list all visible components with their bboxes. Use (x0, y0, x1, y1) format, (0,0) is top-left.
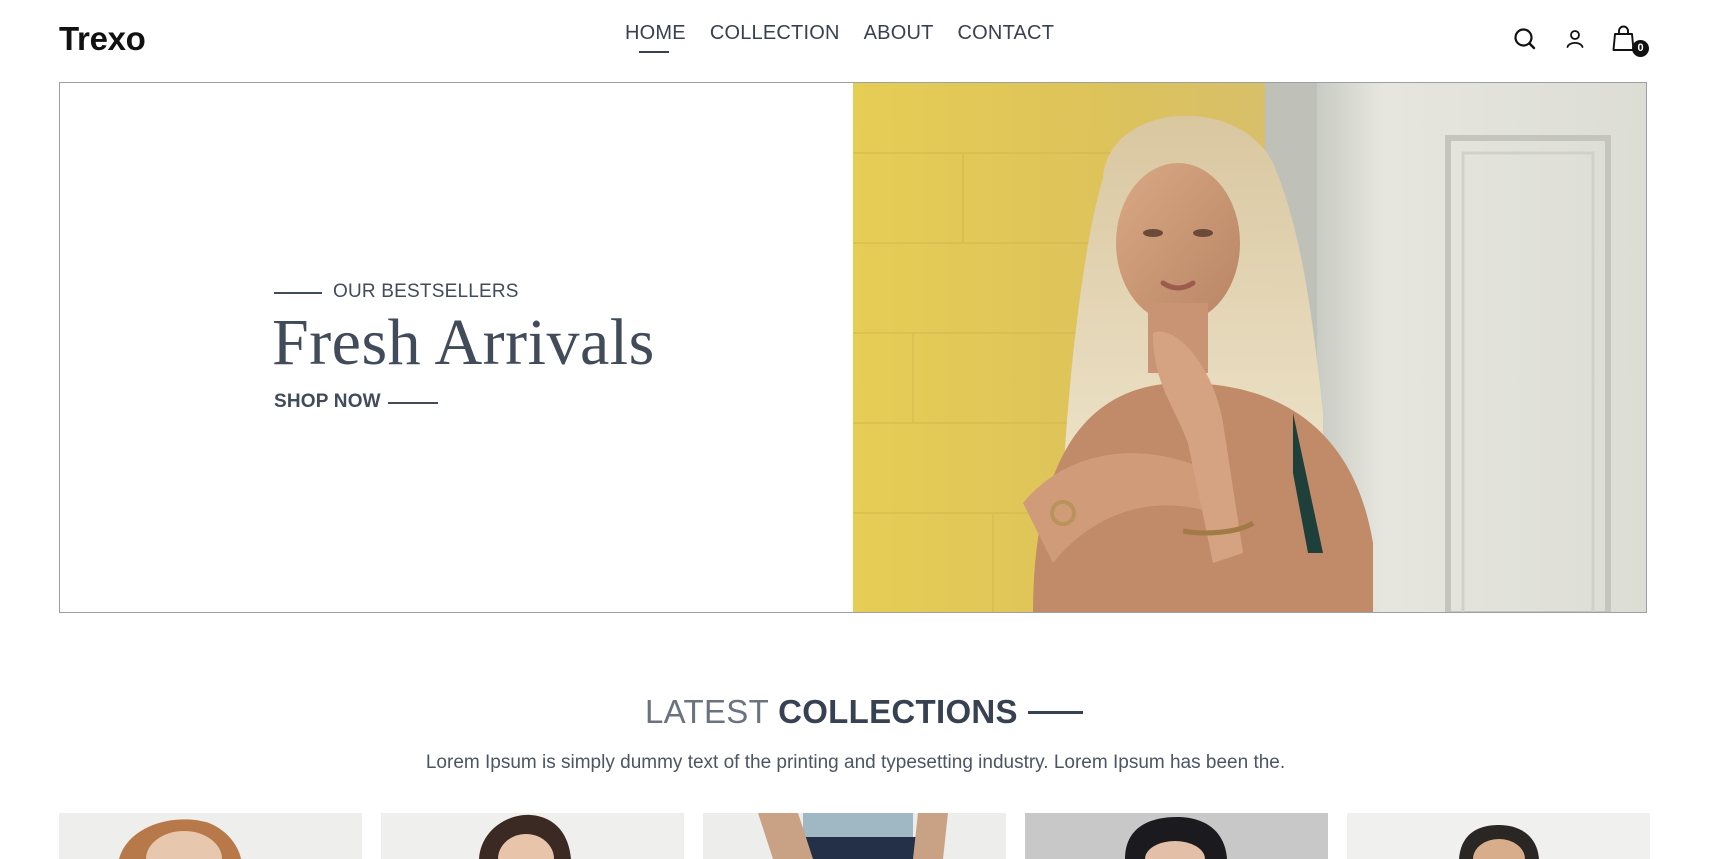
hero-title: Fresh Arrivals (272, 306, 655, 379)
main-nav: HOME COLLECTION ABOUT CONTACT (625, 22, 1055, 53)
title-light: LATEST (645, 693, 770, 730)
title-bold: COLLECTIONS (778, 693, 1018, 730)
product-card[interactable] (59, 813, 362, 859)
cart-count-badge: 0 (1632, 40, 1649, 57)
latest-collections-description: Lorem Ipsum is simply dummy text of the … (425, 752, 1286, 773)
user-icon[interactable] (1562, 26, 1588, 52)
hero-banner: OUR BESTSELLERS Fresh Arrivals SHOP NOW (59, 82, 1647, 613)
hero-eyebrow: OUR BESTSELLERS (333, 281, 519, 302)
product-grid (59, 813, 1650, 859)
nav-contact[interactable]: CONTACT (958, 22, 1055, 45)
site-logo[interactable]: Trexo (59, 20, 146, 58)
hero-text-panel: OUR BESTSELLERS Fresh Arrivals SHOP NOW (60, 83, 853, 612)
page: Trexo HOME COLLECTION ABOUT CONTACT 0 OU… (0, 0, 1711, 859)
product-card[interactable] (1025, 813, 1328, 859)
search-icon[interactable] (1512, 26, 1538, 52)
title-divider (1027, 710, 1083, 714)
eyebrow-divider (274, 292, 322, 294)
shop-now-divider (388, 402, 438, 404)
product-card[interactable] (1347, 813, 1650, 859)
nav-about[interactable]: ABOUT (864, 22, 934, 45)
nav-collection[interactable]: COLLECTION (710, 22, 840, 45)
nav-home[interactable]: HOME (625, 22, 686, 53)
hero-image (853, 83, 1646, 612)
product-card[interactable] (381, 813, 684, 859)
product-card[interactable] (703, 813, 1006, 859)
latest-collections-title: LATEST COLLECTIONS (645, 693, 1083, 731)
shop-now-link[interactable]: SHOP NOW (274, 391, 381, 413)
